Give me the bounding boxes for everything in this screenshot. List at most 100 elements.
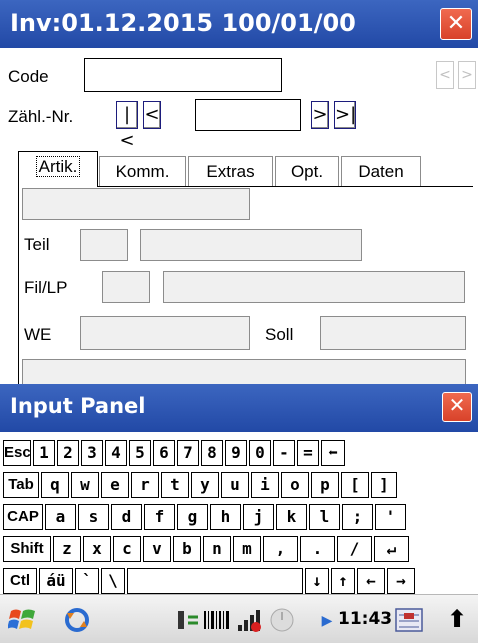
soft-keyboard: Esc 1 2 3 4 5 6 7 8 9 0 - = ⬅ Tab q w e … [0, 432, 478, 594]
key-h[interactable]: h [210, 504, 241, 530]
keyboard-icon[interactable] [394, 605, 424, 635]
key-q[interactable]: q [41, 472, 69, 498]
article-field [22, 188, 250, 220]
key-right[interactable]: → [387, 568, 415, 594]
soll-field [320, 316, 466, 350]
keyboard-row-3: CAP a s d f g h j k l ; ' [3, 504, 406, 530]
key-open-bracket[interactable]: [ [341, 472, 369, 498]
key-down[interactable]: ↓ [305, 568, 329, 594]
key-c[interactable]: c [113, 536, 141, 562]
key-o[interactable]: o [281, 472, 309, 498]
key-enter[interactable]: ↵ [374, 536, 409, 562]
key-m[interactable]: m [233, 536, 261, 562]
code-label: Code [8, 67, 49, 86]
up-arrow-icon[interactable]: ⬆ [444, 605, 470, 635]
key-s[interactable]: s [78, 504, 109, 530]
key-6[interactable]: 6 [153, 440, 175, 466]
key-8[interactable]: 8 [201, 440, 223, 466]
key-r[interactable]: r [131, 472, 159, 498]
key-f[interactable]: f [144, 504, 175, 530]
key-n[interactable]: n [203, 536, 231, 562]
key-i[interactable]: i [251, 472, 279, 498]
key-k[interactable]: k [276, 504, 307, 530]
key-a[interactable]: a [45, 504, 76, 530]
key-7[interactable]: 7 [177, 440, 199, 466]
title-bar: Inv:01.12.2015 100/01/00 ✕ [0, 0, 478, 48]
input-panel-close-button[interactable]: ✕ [442, 392, 472, 422]
tab-komm[interactable]: Komm. [99, 156, 186, 186]
key-up[interactable]: ↑ [331, 568, 355, 594]
power-icon[interactable] [268, 605, 296, 635]
teil-label: Teil [24, 235, 50, 254]
code-input[interactable] [84, 58, 282, 92]
key-x[interactable]: x [83, 536, 111, 562]
key-z[interactable]: z [53, 536, 81, 562]
last-record-button[interactable]: >| [334, 101, 356, 129]
sync-icon[interactable] [62, 605, 92, 635]
code-prev-button[interactable]: < [436, 61, 454, 89]
keyboard-row-2: Tab q w e r t y u i o p [ ] [3, 472, 397, 498]
teil-code-field [80, 229, 128, 261]
key-y[interactable]: y [191, 472, 219, 498]
key-caps[interactable]: CAP [3, 504, 43, 530]
key-equals[interactable]: = [297, 440, 319, 466]
key-1[interactable]: 1 [33, 440, 55, 466]
key-space[interactable] [127, 568, 303, 594]
input-panel-title-bar: Input Panel ✕ [0, 384, 478, 432]
windows-flag-icon[interactable] [7, 605, 38, 635]
key-j[interactable]: j [243, 504, 274, 530]
input-panel-title: Input Panel [10, 394, 146, 418]
key-4[interactable]: 4 [105, 440, 127, 466]
key-apostrophe[interactable]: ' [375, 504, 406, 530]
signal-icon[interactable] [236, 605, 264, 635]
key-w[interactable]: w [71, 472, 99, 498]
tab-daten[interactable]: Daten [341, 156, 421, 186]
key-0[interactable]: 0 [249, 440, 271, 466]
key-backtick[interactable]: ` [75, 568, 99, 594]
zahl-nr-input[interactable] [195, 99, 301, 131]
key-e[interactable]: e [101, 472, 129, 498]
key-esc[interactable]: Esc [3, 440, 31, 466]
key-period[interactable]: . [300, 536, 335, 562]
barcode-icon[interactable] [202, 605, 232, 635]
key-backspace[interactable]: ⬅ [321, 440, 345, 466]
key-v[interactable]: v [143, 536, 171, 562]
fil-lp-label: Fil/LP [24, 278, 68, 297]
next-record-button[interactable]: > [311, 101, 329, 129]
key-tab[interactable]: Tab [3, 472, 39, 498]
first-record-button[interactable]: |< [116, 101, 138, 151]
key-shift[interactable]: Shift [3, 536, 51, 562]
key-t[interactable]: t [161, 472, 189, 498]
tray-expand-icon[interactable]: ▶ [320, 605, 334, 635]
tab-opt[interactable]: Opt. [275, 156, 339, 186]
key-semicolon[interactable]: ; [342, 504, 373, 530]
keyboard-row-4: Shift z x c v b n m , . / ↵ [3, 536, 409, 562]
key-left[interactable]: ← [357, 568, 385, 594]
key-2[interactable]: 2 [57, 440, 79, 466]
key-backslash[interactable]: \ [101, 568, 125, 594]
key-g[interactable]: g [177, 504, 208, 530]
key-5[interactable]: 5 [129, 440, 151, 466]
connection-icon[interactable] [176, 605, 200, 635]
code-next-button[interactable]: > [458, 61, 476, 89]
key-l[interactable]: l [309, 504, 340, 530]
key-close-bracket[interactable]: ] [371, 472, 397, 498]
key-p[interactable]: p [311, 472, 339, 498]
prev-record-button[interactable]: < [143, 101, 161, 129]
key-u[interactable]: u [221, 472, 249, 498]
key-comma[interactable]: , [263, 536, 298, 562]
tab-artik[interactable]: Artik. [18, 151, 98, 187]
key-3[interactable]: 3 [81, 440, 103, 466]
close-button[interactable]: ✕ [440, 8, 472, 40]
clock[interactable]: 11:43 [338, 609, 392, 629]
key-international[interactable]: áü [39, 568, 73, 594]
key-9[interactable]: 9 [225, 440, 247, 466]
key-d[interactable]: d [111, 504, 142, 530]
tab-extras[interactable]: Extras [188, 156, 273, 186]
key-b[interactable]: b [173, 536, 201, 562]
key-ctrl[interactable]: Ctl [3, 568, 37, 594]
keyboard-row-1: Esc 1 2 3 4 5 6 7 8 9 0 - = ⬅ [3, 440, 345, 466]
key-minus[interactable]: - [273, 440, 295, 466]
teil-name-field [140, 229, 362, 261]
key-slash[interactable]: / [337, 536, 372, 562]
